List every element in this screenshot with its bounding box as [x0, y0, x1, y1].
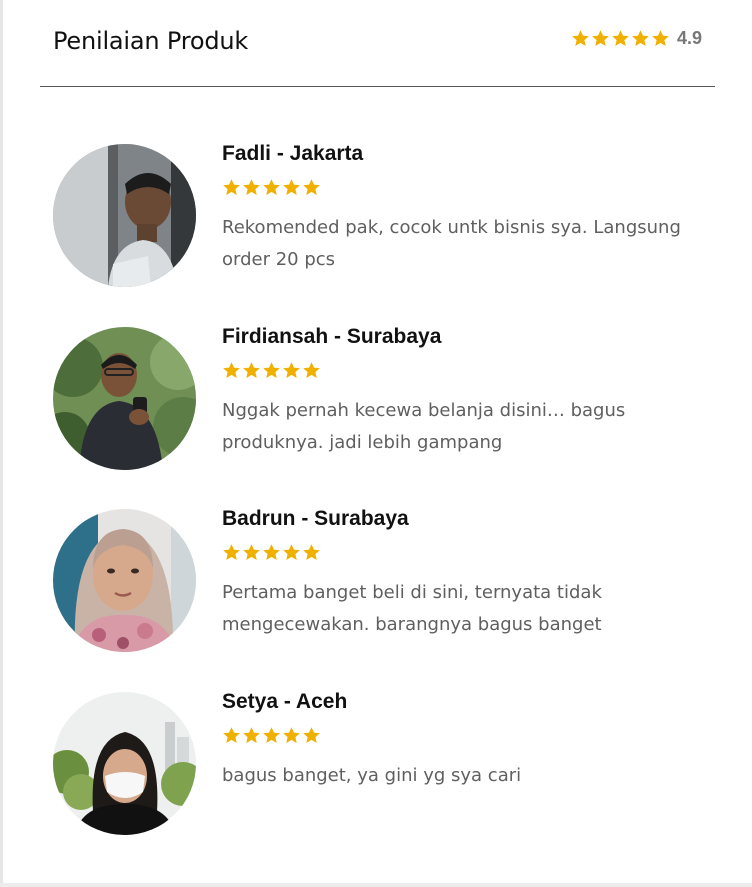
avatar — [53, 326, 196, 470]
avatar — [53, 509, 196, 653]
review-stars — [222, 361, 322, 380]
star-icon — [263, 179, 280, 196]
star-icon — [283, 544, 300, 561]
star-icon — [303, 726, 320, 743]
avatar-photo-firdiansah — [53, 326, 196, 470]
avatar-photo-badrun — [53, 509, 196, 653]
star-icon — [243, 544, 260, 561]
review-item: Fadli - Jakarta Rekomended pak, cocok un… — [53, 142, 713, 325]
star-icon — [243, 179, 260, 196]
avatar — [53, 144, 196, 287]
reviewer-name: Setya - Aceh — [222, 689, 348, 713]
star-icon — [223, 544, 240, 561]
star-icon — [263, 726, 280, 743]
star-icon — [592, 30, 609, 47]
reviewer-name: Firdiansah - Surabaya — [222, 324, 442, 348]
review-item: Badrun - Surabaya Pertama banget beli di… — [53, 507, 713, 690]
review-comment: Nggak pernah kecewa belanja disini… bagu… — [222, 399, 626, 453]
review-stars — [222, 543, 322, 562]
review-comment: bagus banget, ya gini yg sya cari — [222, 764, 522, 786]
star-icon — [632, 30, 649, 47]
star-icon — [283, 361, 300, 378]
avatar — [53, 691, 196, 835]
star-icon — [263, 544, 280, 561]
review-list: Fadli - Jakarta Rekomended pak, cocok un… — [53, 142, 713, 872]
overall-stars — [571, 29, 671, 48]
avatar-photo-setya — [53, 691, 196, 835]
star-icon — [223, 361, 240, 378]
review-comment: Rekomended pak, cocok untk bisnis sya. L… — [222, 217, 681, 270]
star-icon — [303, 544, 320, 561]
star-icon — [223, 726, 240, 743]
star-icon — [283, 726, 300, 743]
review-comment: Pertama banget beli di sini, ternyata ti… — [222, 582, 602, 636]
page-bottom-border — [0, 883, 752, 887]
review-item: Firdiansah - Surabaya Nggak pernah kecew… — [53, 325, 713, 508]
star-icon — [263, 361, 280, 378]
page-left-border — [0, 0, 3, 887]
avatar-photo-fadli — [53, 144, 196, 287]
overall-rating-value: 4.9 — [676, 28, 702, 48]
reviewer-name: Fadli - Jakarta — [222, 142, 364, 165]
star-icon — [243, 361, 260, 378]
review-stars — [222, 726, 322, 745]
page-title: Penilaian Produk — [53, 27, 249, 55]
review-item: Setya - Aceh bagus banget, ya gini yg sy… — [53, 690, 713, 873]
star-icon — [572, 30, 589, 47]
star-icon — [243, 726, 260, 743]
star-icon — [652, 30, 669, 47]
star-icon — [303, 361, 320, 378]
star-icon — [283, 179, 300, 196]
star-icon — [223, 179, 240, 196]
star-icon — [303, 179, 320, 196]
rating-header: Penilaian Produk 4.9 — [40, 0, 715, 87]
review-stars — [222, 178, 322, 197]
overall-rating: 4.9 — [571, 28, 702, 49]
reviewer-name: Badrun - Surabaya — [222, 507, 409, 531]
star-icon — [612, 30, 629, 47]
